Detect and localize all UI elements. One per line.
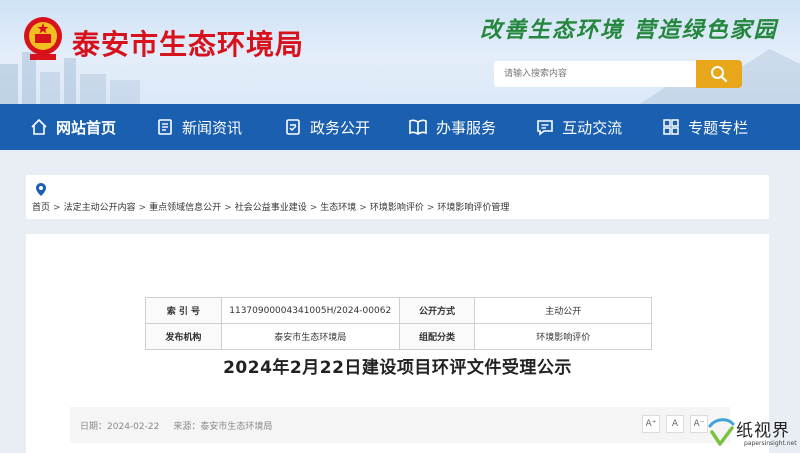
news-icon	[158, 119, 172, 135]
disclosure-method-label: 公开方式	[398, 297, 476, 324]
nav-label: 办事服务	[436, 118, 497, 137]
article-card: 索 引 号 11370900004341005H/2024-00062 公开方式…	[26, 234, 769, 453]
breadcrumb: 首页 > 法定主动公开内容 > 重点领域信息公开 > 社会公益事业建设 > 生态环境 > 环境影响评…	[26, 175, 769, 219]
nav-item-news[interactable]: 新闻资讯	[156, 104, 242, 150]
date-value: 2024-02-22	[107, 422, 160, 432]
document-icon	[286, 119, 300, 135]
nav-label: 新闻资讯	[182, 118, 243, 137]
watermark-en: papersinsight.net	[744, 440, 797, 447]
category-value: 环境影响评价	[474, 323, 652, 350]
nav-label: 网站首页	[56, 118, 117, 137]
nav-item-services[interactable]: 办事服务	[408, 104, 496, 150]
source-label: 来源：	[173, 422, 201, 432]
grid-icon	[663, 119, 679, 135]
category-label: 组配分类	[398, 323, 476, 350]
nav-item-interaction[interactable]: 互动交流	[536, 104, 622, 150]
nav-item-special-topics[interactable]: 专题专栏	[662, 104, 748, 150]
article-title: 2024年2月22日建设项目环评文件受理公示	[223, 358, 572, 378]
article-info-bar: 日期：2024-02-22 来源：泰安市生态环境局 A⁺ A A⁻	[70, 407, 730, 443]
watermark: 纸视界 papersinsight.net	[706, 414, 800, 453]
watermark-cn: 纸视界	[736, 421, 790, 441]
nav-item-gov-affairs[interactable]: 政务公开	[284, 104, 370, 150]
breadcrumb-item-eia-management[interactable]: 环境影响评价管理	[437, 203, 509, 213]
breadcrumb-separator: >	[309, 203, 318, 213]
book-icon	[409, 119, 427, 135]
site-title: 泰安市生态环境局	[72, 28, 305, 61]
index-number-value: 11370900004341005H/2024-00062	[220, 297, 400, 324]
breadcrumb-item-public-welfare[interactable]: 社会公益事业建设	[235, 203, 307, 213]
nav-label: 政务公开	[310, 118, 371, 137]
search-input[interactable]	[494, 61, 698, 87]
breadcrumb-item-statutory-disclosure[interactable]: 法定主动公开内容	[64, 203, 136, 213]
publisher-value: 泰安市生态环境局	[220, 323, 400, 350]
national-emblem-icon	[24, 17, 62, 60]
breadcrumb-item-ecology[interactable]: 生态环境	[320, 203, 356, 213]
date-label: 日期：	[80, 422, 108, 432]
publisher-label: 发布机构	[145, 323, 222, 350]
slogan: 改善生态环境 营造绿色家园	[480, 17, 778, 43]
nav-label: 互动交流	[562, 118, 623, 137]
breadcrumb-separator: >	[53, 203, 61, 213]
home-icon	[31, 118, 47, 135]
search-button[interactable]	[696, 60, 742, 88]
table-row: 发布机构 泰安市生态环境局 组配分类 环境影响评价	[145, 323, 652, 350]
metadata-table: 索 引 号 11370900004341005H/2024-00062 公开方式…	[145, 297, 652, 350]
main-nav: 网站首页 新闻资讯 政务公开 办事服务 互动交流 专题专栏	[0, 104, 800, 150]
font-increase-button[interactable]: A⁺	[642, 415, 660, 433]
breadcrumb-separator: >	[359, 203, 367, 213]
watermark-logo-icon	[708, 418, 735, 446]
breadcrumb-item-eia[interactable]: 环境影响评价	[370, 203, 424, 213]
breadcrumb-item-key-areas[interactable]: 重点领域信息公开	[149, 203, 221, 213]
chat-icon	[537, 120, 553, 136]
index-number-label: 索 引 号	[145, 297, 222, 324]
table-row: 索 引 号 11370900004341005H/2024-00062 公开方式…	[145, 297, 652, 324]
breadcrumb-separator: >	[224, 203, 232, 213]
breadcrumb-item-home[interactable]: 首页	[32, 203, 50, 213]
location-pin-icon	[36, 183, 46, 196]
site-header: 泰安市生态环境局 改善生态环境 营造绿色家园	[0, 0, 800, 104]
breadcrumb-separator: >	[138, 203, 147, 213]
nav-item-home[interactable]: 网站首页	[30, 104, 116, 150]
breadcrumb-separator: >	[426, 203, 435, 213]
source-value: 泰安市生态环境局	[200, 422, 273, 432]
font-default-button[interactable]: A	[666, 415, 684, 433]
search-icon	[711, 66, 728, 83]
nav-label: 专题专栏	[688, 118, 749, 137]
disclosure-method-value: 主动公开	[474, 297, 652, 324]
